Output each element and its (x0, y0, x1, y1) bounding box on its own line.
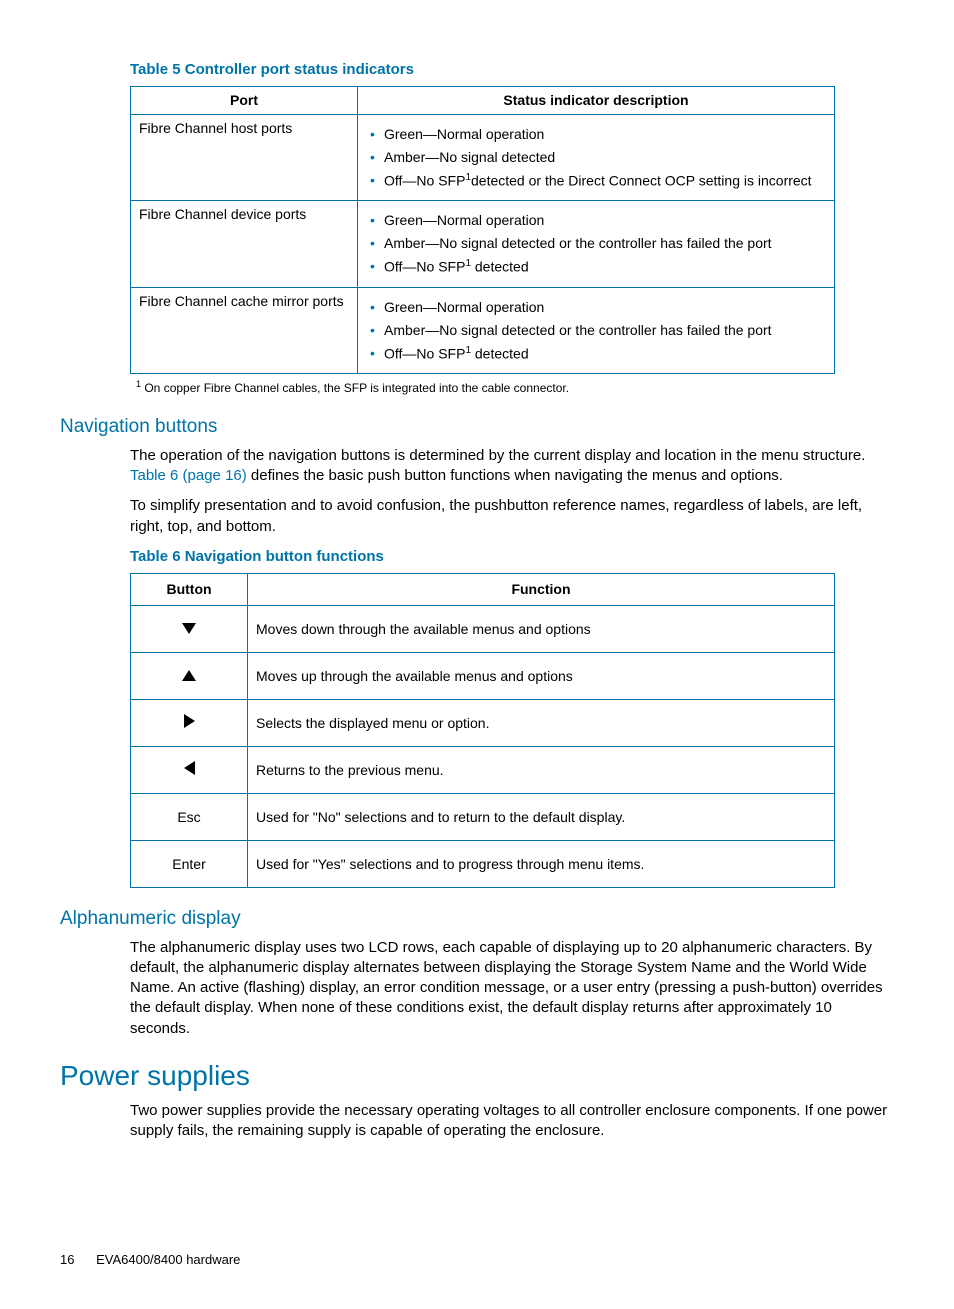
function-cell: Returns to the previous menu. (248, 747, 835, 794)
button-cell (131, 606, 248, 653)
function-cell: Moves down through the available menus a… (248, 606, 835, 653)
button-cell (131, 747, 248, 794)
table5: Port Status indicator description Fibre … (130, 86, 835, 374)
table6-header-function: Function (248, 574, 835, 606)
table5-header-desc: Status indicator description (358, 87, 835, 115)
page-number: 16 (60, 1251, 74, 1269)
status-item: Green—Normal operation (384, 296, 826, 319)
footer-title: EVA6400/8400 hardware (96, 1252, 240, 1267)
alpha-display-heading: Alphanumeric display (60, 906, 894, 932)
status-item: Off—No SFP1detected or the Direct Connec… (384, 169, 826, 193)
table-row: Selects the displayed menu or option. (131, 700, 835, 747)
table6: Button Function Moves down through the a… (130, 573, 835, 888)
status-item: Amber—No signal detected (384, 146, 826, 169)
arrow-up-icon (182, 670, 196, 681)
footnote-text: On copper Fibre Channel cables, the SFP … (141, 381, 569, 395)
function-cell: Moves up through the available menus and… (248, 653, 835, 700)
table-row: Fibre Channel host portsGreen—Normal ope… (131, 115, 835, 201)
status-item: Amber—No signal detected or the controll… (384, 319, 826, 342)
function-cell: Used for "No" selections and to return t… (248, 794, 835, 841)
table-row: Fibre Channel device portsGreen—Normal o… (131, 201, 835, 287)
table5-footnote: 1 On copper Fibre Channel cables, the SF… (136, 378, 894, 396)
nav-paragraph-2: To simplify presentation and to avoid co… (130, 496, 894, 537)
button-cell: Enter (131, 841, 248, 888)
port-cell: Fibre Channel device ports (131, 201, 358, 287)
table6-link[interactable]: Table 6 (page 16) (130, 467, 247, 484)
status-item: Off—No SFP1 detected (384, 342, 826, 366)
power-supplies-heading: Power supplies (60, 1057, 894, 1095)
button-cell (131, 700, 248, 747)
status-item: Amber—No signal detected or the controll… (384, 232, 826, 255)
table6-caption: Table 6 Navigation button functions (130, 547, 894, 567)
table-row: EnterUsed for "Yes" selections and to pr… (131, 841, 835, 888)
table-row: Moves up through the available menus and… (131, 653, 835, 700)
power-paragraph: Two power supplies provide the necessary… (130, 1101, 894, 1142)
nav-p1-b: defines the basic push button functions … (247, 467, 783, 484)
table-row: Moves down through the available menus a… (131, 606, 835, 653)
table-row: EscUsed for "No" selections and to retur… (131, 794, 835, 841)
function-cell: Selects the displayed menu or option. (248, 700, 835, 747)
nav-paragraph-1: The operation of the navigation buttons … (130, 446, 894, 487)
alpha-paragraph: The alphanumeric display uses two LCD ro… (130, 938, 894, 1039)
page-footer: 16 EVA6400/8400 hardware (60, 1251, 894, 1269)
status-item: Green—Normal operation (384, 209, 826, 232)
button-cell (131, 653, 248, 700)
port-cell: Fibre Channel cache mirror ports (131, 287, 358, 373)
nav-p1-a: The operation of the navigation buttons … (130, 447, 865, 464)
desc-cell: Green—Normal operationAmber—No signal de… (358, 115, 835, 201)
table6-header-button: Button (131, 574, 248, 606)
arrow-down-icon (182, 623, 196, 634)
status-item: Green—Normal operation (384, 123, 826, 146)
nav-buttons-heading: Navigation buttons (60, 414, 894, 440)
desc-cell: Green—Normal operationAmber—No signal de… (358, 201, 835, 287)
table-row: Returns to the previous menu. (131, 747, 835, 794)
status-item: Off—No SFP1 detected (384, 255, 826, 279)
arrow-right-icon (184, 714, 195, 728)
button-cell: Esc (131, 794, 248, 841)
table5-caption: Table 5 Controller port status indicator… (130, 60, 894, 80)
desc-cell: Green—Normal operationAmber—No signal de… (358, 287, 835, 373)
arrow-left-icon (184, 761, 195, 775)
table5-header-port: Port (131, 87, 358, 115)
function-cell: Used for "Yes" selections and to progres… (248, 841, 835, 888)
table-row: Fibre Channel cache mirror portsGreen—No… (131, 287, 835, 373)
port-cell: Fibre Channel host ports (131, 115, 358, 201)
